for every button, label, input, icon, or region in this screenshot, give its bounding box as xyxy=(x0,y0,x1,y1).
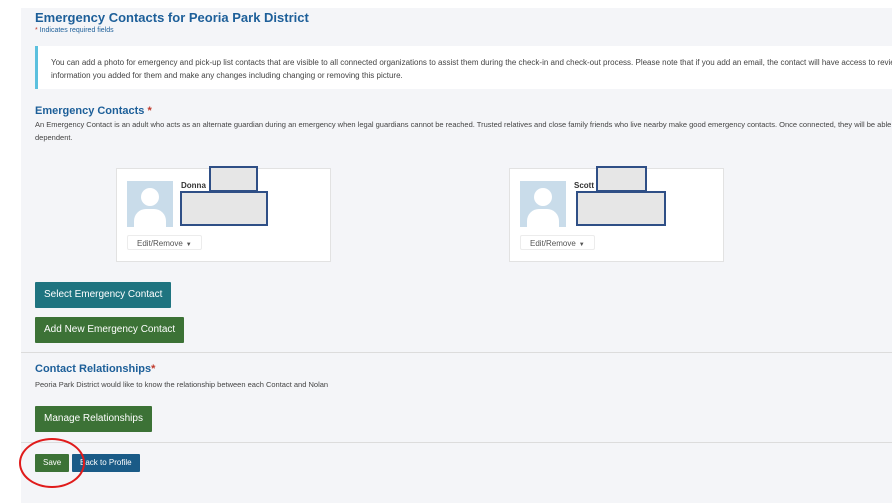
required-fields-note: * Indicates required fields xyxy=(35,27,114,34)
emergency-required-star: * xyxy=(147,105,152,117)
edit-remove-label: Edit/Remove xyxy=(530,239,576,248)
caret-down-icon: ▼ xyxy=(185,242,192,248)
emergency-heading-text: Emergency Contacts xyxy=(35,105,145,117)
page-panel: Emergency Contacts for Peoria Park Distr… xyxy=(21,8,892,503)
manage-relationships-button[interactable]: Manage Relationships xyxy=(35,406,152,432)
add-new-emergency-contact-button[interactable]: Add New Emergency Contact xyxy=(35,317,185,343)
relationships-description: Peoria Park District would like to know … xyxy=(35,380,329,389)
caret-down-icon: ▼ xyxy=(578,242,585,248)
contact-name: Scott xyxy=(574,181,594,190)
edit-remove-dropdown[interactable]: Edit/Remove ▼ xyxy=(127,235,202,250)
redaction-box xyxy=(180,191,268,226)
edit-remove-label: Edit/Remove xyxy=(137,239,183,248)
redaction-box xyxy=(209,166,258,192)
back-to-profile-button[interactable]: Back to Profile xyxy=(72,454,140,472)
emergency-description-text: An Emergency Contact is an adult who act… xyxy=(35,120,892,142)
relationships-required-star: * xyxy=(151,363,156,375)
avatar xyxy=(520,181,566,227)
required-note-text: Indicates required fields xyxy=(39,27,114,34)
redaction-box xyxy=(576,191,666,226)
emergency-contacts-description: An Emergency Contact is an adult who act… xyxy=(35,118,892,146)
page-title: Emergency Contacts for Peoria Park Distr… xyxy=(35,10,309,25)
redaction-box xyxy=(596,166,647,192)
contact-name: Donna xyxy=(181,181,206,190)
emergency-contacts-heading: Emergency Contacts * xyxy=(35,105,152,117)
contact-relationships-heading: Contact Relationships* xyxy=(35,363,155,375)
info-text: You can add a photo for emergency and pi… xyxy=(51,58,892,80)
save-button[interactable]: Save xyxy=(35,454,70,472)
select-emergency-contact-button[interactable]: Select Emergency Contact xyxy=(35,282,172,308)
info-callout: You can add a photo for emergency and pi… xyxy=(35,46,892,89)
edit-remove-dropdown[interactable]: Edit/Remove ▼ xyxy=(520,235,595,250)
avatar xyxy=(127,181,173,227)
required-star: * xyxy=(35,27,38,34)
divider xyxy=(21,442,892,443)
divider xyxy=(21,352,892,353)
relationships-heading-text: Contact Relationships xyxy=(35,363,152,375)
